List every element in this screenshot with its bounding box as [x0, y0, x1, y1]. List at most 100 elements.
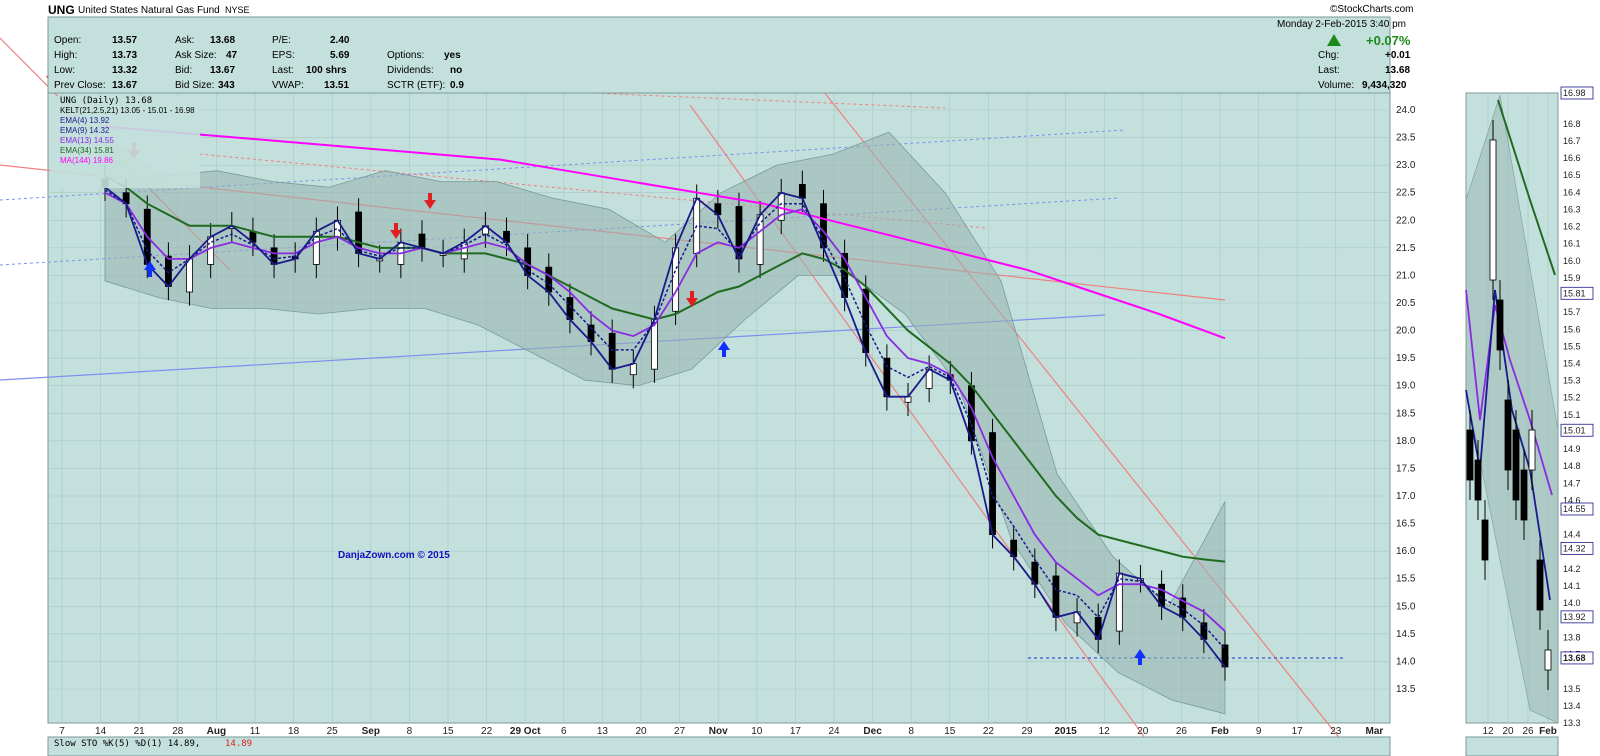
y-tick-label: 23.5 — [1396, 133, 1416, 144]
zoom-y-tick-label: 15.7 — [1563, 307, 1581, 317]
legend-kelt: KELT(21,2.5,21) 13.05 - 15.01 - 16.98 — [60, 106, 195, 115]
zoom-candle-body — [1536, 559, 1544, 611]
zoom-y-tick-label: 16.4 — [1563, 187, 1581, 197]
quote-vwap-value: 13.51 — [324, 80, 350, 91]
x-tick-label: 12 — [1099, 726, 1111, 737]
zoom-y-tick-label: 16.1 — [1563, 239, 1581, 249]
quote-date: Monday 2-Feb-2015 3:40 pm — [1277, 19, 1406, 30]
quote-options-label: Options: — [387, 50, 425, 61]
quote-ask-label: Ask: — [175, 35, 195, 46]
x-tick-label: 20 — [635, 726, 647, 737]
x-tick-label: Feb — [1211, 726, 1229, 737]
ticker-symbol: UNG — [48, 3, 75, 17]
zoom-y-tick-label: 15.6 — [1563, 324, 1581, 334]
x-tick-label: 15 — [944, 726, 956, 737]
zoom-x-tick-label: Feb — [1539, 726, 1557, 737]
legend-ema9: EMA(9) 14.32 — [60, 126, 110, 135]
x-tick-label: 26 — [1176, 726, 1188, 737]
y-tick-label: 18.0 — [1396, 436, 1416, 447]
quote-bid-label: Bid: — [175, 65, 193, 76]
x-tick-label: Mar — [1366, 726, 1384, 737]
zoom-y-tick-label: 15.01 — [1563, 425, 1586, 435]
zoom-candle-body — [1474, 459, 1482, 501]
y-tick-label: 17.5 — [1396, 463, 1416, 474]
quote-prevclose-label: Prev Close: — [54, 80, 106, 91]
quote-ask-value: 13.68 — [210, 35, 236, 46]
zoom-x-tick-label: 12 — [1482, 726, 1494, 737]
x-tick-label: 25 — [327, 726, 339, 737]
x-tick-label: 11 — [250, 726, 261, 737]
zoom-y-tick-label: 16.3 — [1563, 204, 1581, 214]
fund-name: United States Natural Gas Fund — [78, 5, 220, 16]
quote-dividends-value: no — [450, 65, 463, 76]
zoom-candle-body — [1496, 299, 1504, 351]
candle-body — [164, 255, 172, 287]
quote-bidsize-value: 343 — [218, 80, 235, 91]
quote-bid-value: 13.67 — [210, 65, 236, 76]
x-tick-label: 29 Oct — [510, 726, 541, 737]
quote-panel — [47, 16, 1391, 94]
candle-body — [735, 206, 743, 260]
watermark: DanjaZown.com © 2015 — [338, 550, 450, 561]
zoom-y-tick-label: 16.6 — [1563, 153, 1581, 163]
up-arrow-stem — [148, 270, 152, 277]
x-tick-label: 2015 — [1054, 726, 1077, 737]
y-tick-label: 21.0 — [1396, 270, 1416, 281]
candle-body — [629, 363, 637, 376]
x-tick-label: 24 — [828, 726, 840, 737]
candle-body — [545, 266, 553, 293]
zoom-y-tick-label: 13.8 — [1563, 632, 1581, 642]
x-tick-label: 13 — [597, 726, 609, 737]
zoom-candle-body — [1489, 139, 1497, 281]
zoom-y-tick-label: 15.3 — [1563, 376, 1581, 386]
down-arrow-stem — [690, 291, 694, 298]
exchange-label: NYSE — [225, 5, 250, 15]
quote-vwap-label: VWAP: — [272, 80, 304, 91]
quote-pe-value: 2.40 — [330, 35, 350, 46]
x-tick-label: Sep — [362, 726, 380, 737]
zoom-candle-body — [1544, 649, 1552, 671]
quote-last-label: Last: — [272, 65, 294, 76]
candle-body — [1052, 575, 1060, 618]
zoom-y-tick-label: 14.9 — [1563, 444, 1581, 454]
y-tick-label: 22.5 — [1396, 188, 1416, 199]
x-tick-label: 27 — [674, 726, 686, 737]
stock-chart: 24.0 23.5 23.0 22.5 22.0 21.5 21.0 20.5 20.0 19.5… — [0, 0, 1600, 756]
y-tick-label: 15.0 — [1396, 601, 1416, 612]
quote-asksize-label: Ask Size: — [175, 50, 217, 61]
y-tick-label: 19.0 — [1396, 381, 1416, 392]
zoom-candle-body — [1512, 429, 1520, 501]
zoom-x-tick-label: 20 — [1502, 726, 1514, 737]
zoom-y-tick-label: 14.55 — [1563, 504, 1586, 514]
zoom-candle-body — [1520, 469, 1528, 521]
x-tick-label: 18 — [288, 726, 300, 737]
x-tick-label: 14 — [95, 726, 107, 737]
x-tick-label: 9 — [1256, 726, 1262, 737]
x-tick-label: 15 — [442, 726, 454, 737]
provider-credit: ©StockCharts.com — [1330, 4, 1414, 15]
up-arrow-stem — [1138, 658, 1142, 665]
x-tick-label: 28 — [172, 726, 184, 737]
quote-eps-label: EPS: — [272, 50, 295, 61]
x-tick-label: 20 — [1137, 726, 1149, 737]
zoom-x-tick-label: 26 — [1522, 726, 1534, 737]
legend-ma144: MA(144) 19.86 — [60, 156, 113, 165]
x-tick-label: 23 — [1330, 726, 1342, 737]
zoom-y-tick-label: 16.8 — [1563, 119, 1581, 129]
candle-body — [608, 332, 616, 370]
x-tick-label: 7 — [59, 726, 65, 737]
candle-body — [798, 184, 806, 199]
y-tick-label: 13.5 — [1396, 684, 1416, 695]
y-tick-label: 20.0 — [1396, 326, 1416, 337]
legend-ung: UNG (Daily) 13.68 — [60, 96, 153, 106]
y-tick-label: 15.5 — [1396, 574, 1416, 585]
quote-low-value: 13.32 — [112, 65, 138, 76]
x-tick-label: Dec — [863, 726, 882, 737]
zoom-y-tick-label: 15.9 — [1563, 273, 1581, 283]
zoom-y-tick-label: 15.5 — [1563, 341, 1581, 351]
quote-pe-label: P/E: — [272, 35, 291, 46]
slow-sto-value: 14.89 — [225, 739, 253, 749]
x-tick-label: 21 — [134, 726, 146, 737]
candle-body — [418, 233, 426, 249]
up-arrow-stem — [722, 350, 726, 357]
